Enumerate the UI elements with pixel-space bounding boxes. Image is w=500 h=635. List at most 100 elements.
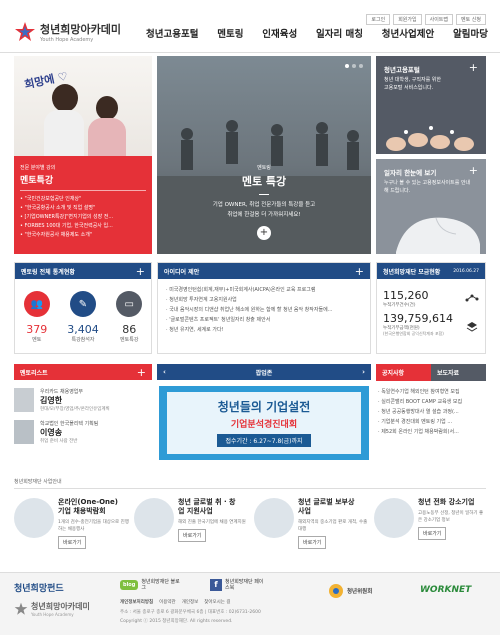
- tile-title: 청년고용포털: [384, 66, 420, 74]
- notice-item[interactable]: 기업분석 경진대회 멘토링 기업 ...: [378, 417, 484, 427]
- personal-info-link[interactable]: 개인정보: [182, 599, 199, 605]
- lecture-item[interactable]: • [기업OWNER특강]"변지기업의 성장 전...: [20, 213, 146, 222]
- notice-item[interactable]: 실리콘밸리 BOOT CAMP 교육생 모집: [378, 397, 484, 407]
- mentor-list-panel: 멘토리스트 + 우리카드 채용영업부 김영한 현대/모/부장/영업/추/온라인유…: [14, 364, 152, 464]
- footer-links: 개인정보처리방침 이용약관 개인정보 찾아오시는 길: [120, 599, 231, 605]
- hero-mentor-lecture[interactable]: 희망에 ♡ 전문 분야별 강의 멘토특강 • "국민건강보험공단 인재상" • …: [14, 56, 152, 254]
- lecture-item[interactable]: • "국민건강보험공단 인재상": [20, 195, 146, 204]
- mentor-item[interactable]: 우리카드 채용영업부 김영한 현대/모/부장/영업/추/온라인유입계획: [14, 388, 152, 412]
- tab-notice[interactable]: 공지사항: [376, 364, 431, 381]
- mentor-name: 김영한: [40, 396, 63, 405]
- plus-icon[interactable]: +: [469, 164, 478, 177]
- directions-link[interactable]: 찾아오시는 길: [204, 599, 230, 605]
- facebook-link[interactable]: f 청년희망재단 페이스북: [210, 579, 265, 591]
- next-arrow-icon[interactable]: ›: [362, 368, 365, 376]
- popup-banner[interactable]: 청년들의 기업설전 기업분석경진대회 접수기간 : 6.27~7.8(금)까지: [159, 386, 369, 460]
- idea-item[interactable]: 국내 음악시장의 디앤샵 취업난 해소에 원하는 함께 할 청년 음악 창작자들…: [166, 305, 362, 315]
- program-title: 청년 글로벌 보부상 사업: [298, 498, 355, 515]
- lecture-item[interactable]: • "한국수자원공사 채용제도 소개": [20, 231, 146, 240]
- terms-link[interactable]: 이용약관: [159, 599, 176, 605]
- program-go-button[interactable]: 바로가기: [178, 529, 207, 542]
- divider: [14, 488, 486, 489]
- sitemap-link[interactable]: 사이트맵: [424, 14, 453, 25]
- program-image: [134, 498, 174, 538]
- stat-value: 3,404: [67, 323, 99, 336]
- blog-link[interactable]: blog 청년희망재단 블로그: [120, 579, 181, 591]
- notice-item[interactable]: 제52회 온라인 기업 채용박람회(서...: [378, 427, 484, 437]
- main-nav: 청년고용포털 멘토링 인재육성 일자리 매칭 청년사업제안 알림마당: [146, 26, 488, 40]
- tile-title: 일자리 한눈에 보기: [384, 169, 437, 177]
- program-image: [374, 498, 414, 538]
- layers-icon[interactable]: [466, 321, 478, 333]
- program-go-button[interactable]: 바로가기: [418, 527, 447, 540]
- slide-dot[interactable]: [359, 64, 363, 68]
- slide-dot[interactable]: [345, 64, 349, 68]
- mentor-apply-link[interactable]: 멘토 신청: [456, 14, 486, 25]
- hero-title: 멘토 특강: [241, 175, 287, 188]
- plus-icon[interactable]: +: [137, 366, 146, 379]
- plus-icon[interactable]: +: [469, 61, 478, 74]
- plus-icon[interactable]: +: [355, 265, 364, 278]
- hero-mini-label: 멘토링: [257, 165, 271, 171]
- panel-title: 아이디어 제안: [164, 268, 200, 276]
- divider: [259, 194, 269, 195]
- fund-logo[interactable]: 청년희망펀드: [14, 581, 64, 594]
- lecture-item[interactable]: • "한국공항공사 소개 및 직업 설명": [20, 204, 146, 213]
- youth-committee-logo[interactable]: 청년위원회: [328, 583, 372, 599]
- privacy-link[interactable]: 개인정보처리방침: [120, 599, 153, 605]
- mouse-illustration: [396, 217, 480, 254]
- program-desc: 해외지역의 중소기업 판로 개척, 수출대행: [298, 520, 368, 532]
- hero-jumping-people-illustration: [157, 120, 371, 254]
- slide-dot[interactable]: [352, 64, 356, 68]
- nav-item-job-matching[interactable]: 일자리 매칭: [316, 26, 363, 40]
- star-logo-icon: [15, 22, 35, 41]
- hero-photo-couple: 희망에 ♡: [14, 56, 152, 156]
- lecture-item[interactable]: • FORBES 100대 기업, 한국전력공사 입...: [20, 222, 146, 231]
- notice-item[interactable]: 청년 공공동행방대사 열 설습 과정(...: [378, 407, 484, 417]
- program-card: 청년 전화 강소기업 고용노동부 선정, 청년이 일하기 좋은 강소기업 정보 …: [374, 498, 486, 540]
- academy-sub: Youth Hope Academy: [31, 612, 74, 617]
- prev-arrow-icon[interactable]: ‹: [163, 368, 166, 376]
- notice-item[interactable]: 독일연수기업 해외인턴 참여형연 모집: [378, 387, 484, 397]
- nav-item-talent[interactable]: 인재육성: [262, 26, 297, 40]
- site-logo[interactable]: 청년희망아카데미 Youth Hope Academy: [14, 14, 142, 50]
- blog-icon: blog: [120, 580, 139, 590]
- idea-item[interactable]: '글로벌콘텐츠 프로젝트' 청년일자리 창출 제안서: [166, 315, 362, 325]
- lecture-item-text: FORBES 100대 기업, 한국전력공사 입...: [24, 223, 113, 229]
- mentor-item[interactable]: 학교법인 한국폴리텍 기획팀 이영송 취업 준비 사람 전반: [14, 420, 152, 444]
- signup-link[interactable]: 회원가입: [393, 14, 422, 25]
- hero-mentor-special[interactable]: 멘토링 멘토 특강 기업 OWNER, 취업 전문가들의 특강을 듣고 취업에 …: [157, 56, 371, 254]
- nav-item-notice[interactable]: 알림마당: [453, 26, 488, 40]
- panel-title: 멘토링 전체 통계현황: [21, 268, 75, 276]
- worknet-logo[interactable]: WORKNET: [420, 585, 471, 595]
- plus-icon[interactable]: +: [136, 265, 145, 278]
- hero-youth-portal[interactable]: 청년고용포털 + 청년 대학생, 구직자를 위한 고용포털 서비스입니다.: [376, 56, 486, 154]
- share-icon[interactable]: [465, 293, 479, 303]
- panel-header: 멘토링 전체 통계현황 +: [15, 263, 151, 279]
- header-divider: [0, 52, 500, 53]
- idea-item[interactable]: 청년희망 투자연계 고용지원사업: [166, 295, 362, 305]
- blog-title: 청년희망재단 블로그: [141, 579, 180, 591]
- committee-name: 청년위원회: [347, 589, 373, 595]
- hero-more-button[interactable]: +: [257, 226, 271, 240]
- hero-jobs-overview[interactable]: 일자리 한눈에 보기 + 누구나 볼 수 있는 고용정보사이트를 안내해 드립니…: [376, 159, 486, 254]
- stat-label: 멘토: [32, 337, 42, 343]
- academy-footer-logo[interactable]: 청년희망아카데미 Youth Hope Academy: [14, 601, 90, 617]
- program-card: 청년 글로벌 취 · 창 업 지원사업 해외 진출 한국기업에 채용 연계지원 …: [134, 498, 250, 542]
- nav-item-mentoring[interactable]: 멘토링: [217, 26, 243, 40]
- divider: [20, 190, 146, 191]
- tab-press[interactable]: 보도자료: [431, 364, 486, 381]
- program-go-button[interactable]: 바로가기: [58, 536, 87, 549]
- panel-header: 청년희망재단 모금현황 2016.06.27: [377, 263, 485, 279]
- program-go-button[interactable]: 바로가기: [298, 536, 327, 549]
- nav-item-youth-portal[interactable]: 청년고용포털: [146, 26, 198, 40]
- program-card: 청년 글로벌 보부상 사업 해외지역의 중소기업 판로 개척, 수출대행 바로가…: [254, 498, 370, 549]
- stat-value: 86: [122, 323, 137, 336]
- idea-item[interactable]: 미국경영인턴쉽(회계,재무)+미국회계사(AICPA)온라인 교육 프로그램: [166, 285, 362, 295]
- nav-item-proposal[interactable]: 청년사업제안: [382, 26, 434, 40]
- login-link[interactable]: 로그인: [366, 14, 391, 25]
- program-desc: 1개의 검수-충전기업을 대상으로 진행하는 채용행사: [58, 520, 129, 532]
- slide-indicators: [345, 64, 363, 68]
- idea-item[interactable]: 청년 유지연, 세계로 가다!: [166, 325, 362, 335]
- academy-name: 청년희망아카데미: [31, 602, 90, 611]
